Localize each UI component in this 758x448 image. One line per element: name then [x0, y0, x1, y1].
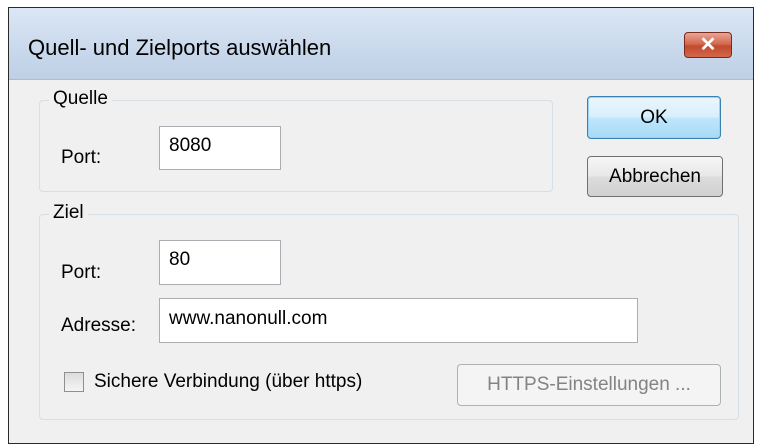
address-input[interactable]: www.nanonull.com	[159, 298, 638, 343]
window-title: Quell- und Zielports auswählen	[28, 35, 332, 60]
secure-connection-checkbox[interactable]	[64, 372, 84, 392]
source-group	[39, 100, 553, 192]
close-icon: ✕	[699, 34, 717, 56]
target-port-input[interactable]: 80	[159, 240, 281, 285]
target-port-label: Port:	[61, 262, 102, 283]
target-group-legend: Ziel	[49, 202, 88, 224]
https-settings-button[interactable]: HTTPS-Einstellungen ...	[457, 364, 721, 406]
title-bar[interactable]: Quell- und Zielports auswählen ✕	[9, 8, 753, 80]
dialog-window: Quell- und Zielports auswählen ✕ Quelle …	[8, 7, 754, 444]
ok-button[interactable]: OK	[587, 96, 721, 139]
source-port-input[interactable]: 8080	[159, 126, 281, 170]
address-label: Adresse:	[61, 315, 136, 336]
close-button[interactable]: ✕	[684, 32, 732, 58]
cancel-button[interactable]: Abbrechen	[587, 156, 723, 197]
source-group-legend: Quelle	[49, 88, 112, 110]
secure-connection-label[interactable]: Sichere Verbindung (über https)	[94, 371, 362, 393]
source-port-label: Port:	[61, 147, 102, 168]
